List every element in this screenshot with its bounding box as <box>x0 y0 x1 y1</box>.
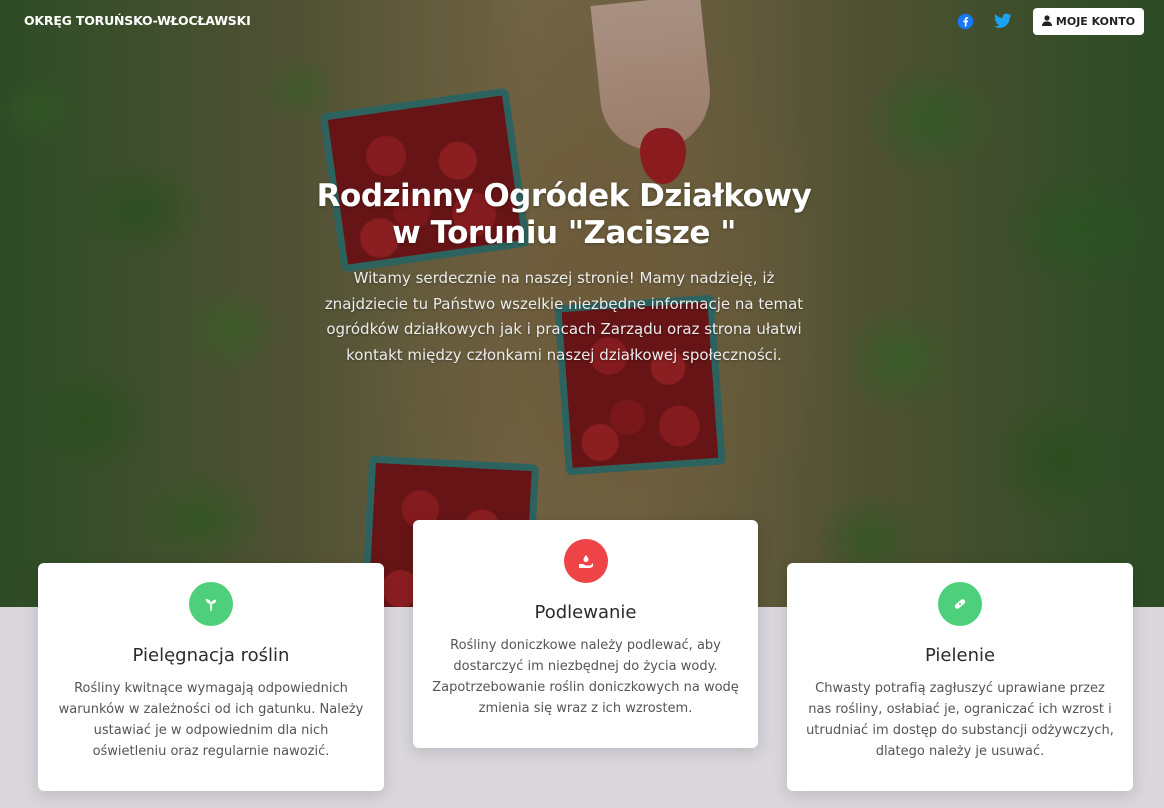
card-text: Rośliny kwitnące wymagają odpowiednich w… <box>58 681 364 759</box>
twitter-icon[interactable] <box>994 12 1012 30</box>
card-text: Chwasty potrafią zagłuszyć uprawiane prz… <box>806 681 1114 759</box>
hand-image <box>590 0 716 156</box>
my-account-label: MOJE KONTO <box>1055 15 1136 28</box>
watering-icon <box>563 539 608 583</box>
card-plant-care: Pielęgnacja roślin Rośliny kwitnące wyma… <box>38 563 384 791</box>
card-title: Pielęgnacja roślin <box>132 645 290 666</box>
card-weeding: Pielenie Chwasty potrafią zagłuszyć upra… <box>787 563 1133 791</box>
hero-description: Witamy serdecznie na naszej stronie! Mam… <box>324 269 804 364</box>
sprout-icon <box>189 582 233 626</box>
page-title: Rodzinny Ogródek Działkowy w Toruniu "Za… <box>316 178 812 251</box>
card-title: Podlewanie <box>534 602 637 623</box>
brand-link[interactable]: OKRĘG TORUŃSKO-WŁOCŁAWSKI <box>24 13 251 28</box>
user-icon <box>1041 14 1052 29</box>
card-title: Pielenie <box>924 645 996 666</box>
my-account-button[interactable]: MOJE KONTO <box>1033 8 1144 35</box>
bandage-icon <box>938 582 982 626</box>
facebook-icon[interactable] <box>956 12 974 30</box>
strawberry-image <box>640 128 686 184</box>
card-text: Rośliny doniczkowe należy podlewać, aby … <box>432 638 739 716</box>
hero-content: Rodzinny Ogródek Działkowy w Toruniu "Za… <box>300 178 828 368</box>
card-watering: Podlewanie Rośliny doniczkowe należy pod… <box>413 520 758 748</box>
